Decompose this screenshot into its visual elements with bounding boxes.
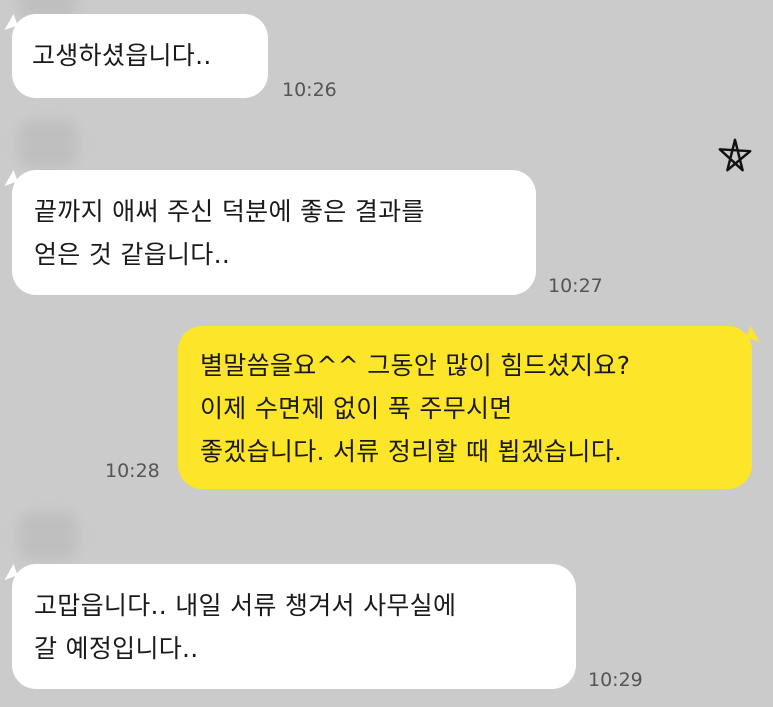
message-line: 고맙읍니다.. 내일 서류 챙겨서 사무실에 — [34, 591, 457, 620]
message-line: 별말씀을요^^ 그동안 많이 힘드셨지요? — [200, 351, 631, 380]
outgoing-message-bubble[interactable]: 별말씀을요^^ 그동안 많이 힘드셨지요? 이제 수면제 없이 푹 주무시면 좋… — [178, 326, 752, 489]
message-line: 얻은 것 같읍니다.. — [34, 240, 231, 269]
message-time: 10:26 — [282, 79, 337, 101]
message-line: 갈 예정입니다.. — [34, 634, 199, 663]
message-time: 10:29 — [588, 669, 643, 691]
incoming-message-bubble[interactable]: 고생하셨읍니다.. — [12, 14, 268, 98]
chat-room: 고생하셨읍니다.. 10:26 끝까지 애써 주신 덕분에 좋은 결과를 얻은 … — [0, 0, 773, 707]
message-line: 끝까지 애써 주신 덕분에 좋은 결과를 — [34, 197, 425, 226]
message-time: 10:27 — [548, 275, 603, 297]
sender-avatar-blurred[interactable] — [18, 120, 78, 168]
incoming-message-bubble[interactable]: 고맙읍니다.. 내일 서류 챙겨서 사무실에 갈 예정입니다.. — [12, 564, 576, 689]
star-icon — [718, 138, 752, 172]
message-line: 좋겠습니다. 서류 정리할 때 뵙겠습니다. — [200, 437, 623, 466]
message-line: 이제 수면제 없이 푹 주무시면 — [200, 394, 513, 423]
message-time: 10:28 — [105, 460, 160, 482]
sender-avatar-blurred[interactable] — [18, 512, 78, 560]
message-line: 고생하셨읍니다.. — [32, 41, 212, 70]
incoming-message-bubble[interactable]: 끝까지 애써 주신 덕분에 좋은 결과를 얻은 것 같읍니다.. — [12, 170, 536, 295]
